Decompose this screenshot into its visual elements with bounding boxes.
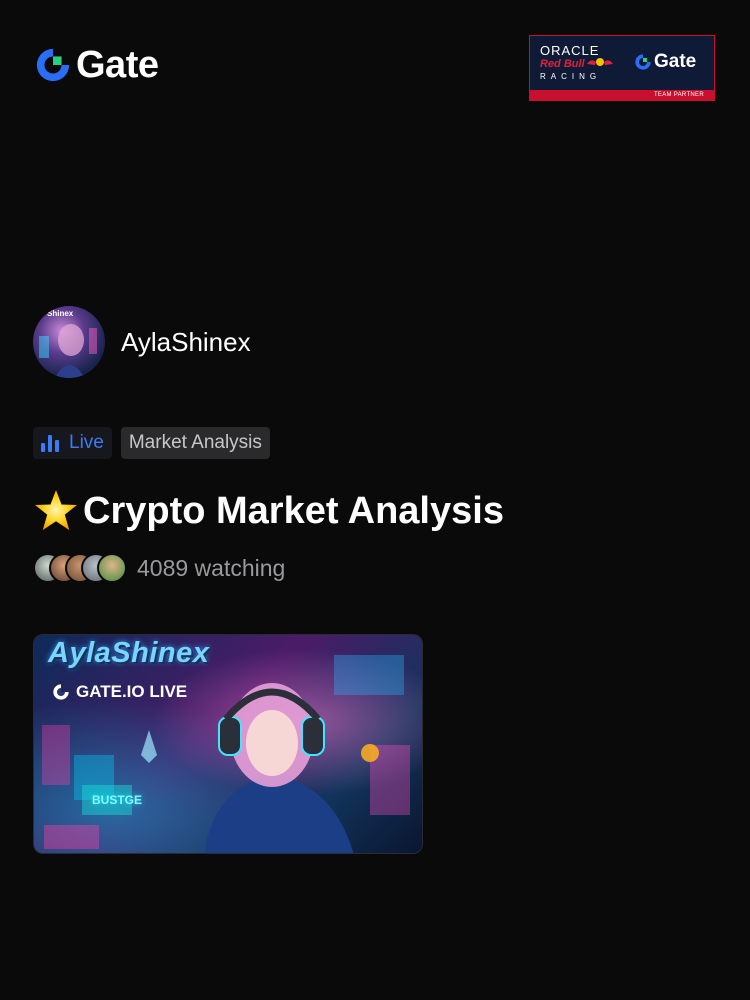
partner-banner[interactable]: ORACLE Red Bull RACING Gate TEAM PARTNER (529, 35, 715, 101)
bull-icon (587, 58, 613, 66)
host-profile[interactable]: Shinex AylaShinex (33, 306, 251, 378)
category-tag[interactable]: Market Analysis (120, 427, 270, 459)
viewer-avatar (97, 553, 127, 583)
host-name[interactable]: AylaShinex (121, 327, 251, 358)
live-bars-icon (41, 434, 59, 452)
thumbnail-badge-text: GATE.IO LIVE (76, 682, 188, 701)
thumbnail-host-name: AylaShinex (48, 637, 210, 669)
stream-title-text: Crypto Market Analysis (83, 490, 504, 532)
viewer-count: 4089 watching (33, 553, 285, 583)
gate-logo[interactable]: Gate (34, 44, 159, 86)
partner-gate-text: Gate (654, 51, 697, 72)
thumbnail-badge: GATE.IO LIVE (46, 679, 193, 705)
stream-thumbnail[interactable]: BUSTGE AylaShinex GATE.IO LIVE (33, 634, 423, 854)
neon-sign: BUSTGE (92, 793, 143, 807)
star-icon (35, 490, 77, 530)
gate-logo-icon (635, 53, 651, 70)
avatar[interactable]: Shinex (33, 306, 105, 378)
viewer-avatars (33, 553, 127, 583)
brand-name: Gate (76, 44, 159, 86)
live-label: Live (69, 432, 104, 453)
gate-logo-icon (36, 48, 70, 82)
stream-title: Crypto Market Analysis (33, 488, 504, 534)
avatar-text: Shinex (47, 309, 74, 318)
partner-racing-text: RACING (540, 72, 602, 81)
watching-count: 4089 watching (137, 554, 286, 581)
stream-tags: Live Market Analysis (33, 427, 270, 459)
partner-strip: TEAM PARTNER (530, 90, 714, 100)
partner-gate-logo: Gate (634, 52, 696, 71)
live-badge: Live (33, 427, 112, 459)
gate-logo-icon (53, 684, 69, 700)
